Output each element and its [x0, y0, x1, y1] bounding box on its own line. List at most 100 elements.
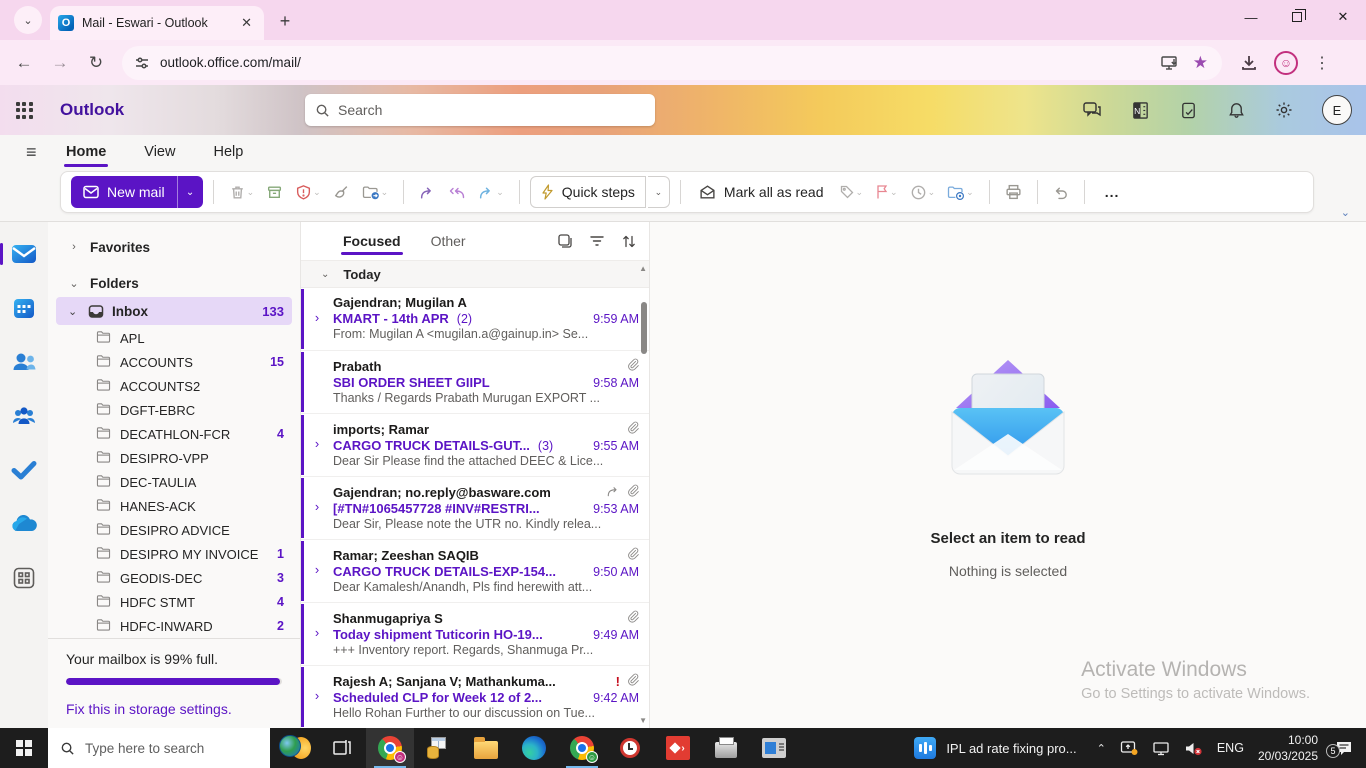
- email-list-item[interactable]: ›Gajendran; Mugilan AKMART - 14th APR(2)…: [301, 288, 649, 351]
- sweep-button[interactable]: [328, 176, 355, 208]
- rail-people-icon[interactable]: [8, 346, 40, 378]
- ribbon-tab-home[interactable]: Home: [64, 140, 108, 164]
- expand-conversation-icon[interactable]: ›: [301, 673, 333, 722]
- rail-onedrive-icon[interactable]: [8, 508, 40, 540]
- close-button[interactable]: ✕: [1320, 0, 1366, 34]
- news-and-interests[interactable]: IPL ad rate fixing pro...: [908, 737, 1082, 759]
- more-options-button[interactable]: ...: [1095, 184, 1130, 200]
- taskbar-database-app[interactable]: [414, 728, 462, 768]
- taskbar-edge[interactable]: [510, 728, 558, 768]
- email-list-item[interactable]: ›imports; RamarCARGO TRUCK DETAILS-GUT..…: [301, 414, 649, 477]
- bookmark-star-icon[interactable]: ★: [1193, 53, 1208, 73]
- tray-screenshare-icon[interactable]: [1120, 740, 1138, 756]
- reply-button[interactable]: [414, 176, 441, 208]
- print-button[interactable]: [1000, 176, 1027, 208]
- chevron-right-icon[interactable]: ›: [68, 241, 80, 253]
- expand-conversation-icon[interactable]: ›: [301, 484, 333, 533]
- sidebar-folder-dec-taulia[interactable]: DEC-TAULIA: [48, 470, 300, 494]
- chevron-down-icon[interactable]: ⌄: [68, 305, 80, 318]
- tray-volume-muted-icon[interactable]: [1184, 741, 1203, 756]
- sidebar-folder-hanes-ack[interactable]: HANES-ACK: [48, 494, 300, 518]
- hamburger-menu-icon[interactable]: ≡: [26, 142, 37, 163]
- taskbar-chrome-active[interactable]: ☺: [366, 728, 414, 768]
- outlook-logo[interactable]: Outlook: [60, 100, 124, 120]
- expand-conversation-icon[interactable]: ›: [301, 421, 333, 470]
- archive-button[interactable]: [261, 176, 288, 208]
- taskbar-weather-icon[interactable]: [270, 728, 318, 768]
- start-button[interactable]: [0, 728, 48, 768]
- address-bar[interactable]: outlook.office.com/mail/ ★: [122, 46, 1222, 80]
- tab-other[interactable]: Other: [429, 227, 468, 255]
- restore-button[interactable]: [1274, 0, 1320, 34]
- notifications-bell-icon[interactable]: [1226, 100, 1246, 120]
- tab-search-caret-icon[interactable]: ⌄: [14, 6, 42, 34]
- rail-mail-icon[interactable]: [8, 238, 40, 270]
- new-tab-button[interactable]: +: [272, 8, 298, 34]
- tab-focused[interactable]: Focused: [341, 227, 403, 255]
- ribbon-tab-view[interactable]: View: [142, 140, 177, 164]
- move-to-button[interactable]: ⌄: [357, 176, 394, 208]
- chevron-down-icon[interactable]: ⌄: [321, 269, 329, 280]
- taskbar-chrome-second[interactable]: ☺: [558, 728, 606, 768]
- rail-groups-icon[interactable]: [8, 400, 40, 432]
- categorize-button[interactable]: ⌄: [834, 176, 869, 208]
- folders-section[interactable]: ⌄ Folders: [48, 270, 300, 296]
- rail-todo-icon[interactable]: [8, 454, 40, 486]
- new-mail-dropdown[interactable]: ⌄: [177, 176, 203, 208]
- undo-button[interactable]: [1048, 176, 1074, 208]
- email-list-item[interactable]: ›Ramar; Zeeshan SAQIBCARGO TRUCK DETAILS…: [301, 540, 649, 603]
- group-header-today[interactable]: ⌄ Today: [301, 260, 649, 288]
- sidebar-folder-desipro-vpp[interactable]: DESIPRO-VPP: [48, 446, 300, 470]
- chevron-down-icon[interactable]: ⌄: [68, 277, 80, 290]
- browser-tab[interactable]: O Mail - Eswari - Outlook ✕: [50, 6, 264, 40]
- report-button[interactable]: ⌄: [290, 176, 326, 208]
- filter-icon[interactable]: [589, 234, 605, 248]
- todo-icon[interactable]: [1178, 100, 1198, 120]
- clock[interactable]: 10:00 20/03/2025: [1258, 732, 1318, 764]
- rail-more-apps-icon[interactable]: [8, 562, 40, 594]
- reply-all-button[interactable]: [443, 176, 471, 208]
- rules-button[interactable]: ⌄: [942, 176, 979, 208]
- expand-conversation-icon[interactable]: ›: [301, 547, 333, 596]
- task-view-button[interactable]: [318, 728, 366, 768]
- taskbar-red-app[interactable]: ›: [654, 728, 702, 768]
- browser-menu-icon[interactable]: ⋮: [1314, 53, 1330, 73]
- sort-icon[interactable]: [621, 234, 637, 249]
- sidebar-folder-hdfc-inward[interactable]: HDFC-INWARD2: [48, 614, 300, 638]
- tab-close-icon[interactable]: ✕: [237, 15, 256, 31]
- back-button[interactable]: ←: [8, 47, 40, 79]
- onenote-icon[interactable]: N: [1130, 100, 1150, 120]
- email-list-item[interactable]: ›Rajesh A; Sanjana V; Mathankuma...!Sche…: [301, 666, 649, 728]
- taskbar-file-explorer[interactable]: [462, 728, 510, 768]
- sidebar-folder-geodis-dec[interactable]: GEODIS-DEC3: [48, 566, 300, 590]
- notification-center-button[interactable]: 5: [1332, 740, 1356, 756]
- tray-expand-icon[interactable]: ⌃: [1097, 742, 1106, 755]
- rail-calendar-icon[interactable]: [8, 292, 40, 324]
- sidebar-folder-desipro-my-invoice[interactable]: DESIPRO MY INVOICE1: [48, 542, 300, 566]
- account-avatar[interactable]: E: [1322, 95, 1352, 125]
- url-text[interactable]: outlook.office.com/mail/: [160, 55, 1151, 70]
- taskbar-search-box[interactable]: Type here to search: [48, 728, 270, 768]
- snooze-button[interactable]: ⌄: [905, 176, 941, 208]
- sidebar-folder-dgft-ebrc[interactable]: DGFT-EBRC: [48, 398, 300, 422]
- email-list-item[interactable]: PrabathSBI ORDER SHEET GIIPL9:58 AMThank…: [301, 351, 649, 414]
- settings-gear-icon[interactable]: [1274, 100, 1294, 120]
- sidebar-folder-desipro-advice[interactable]: DESIPRO ADVICE: [48, 518, 300, 542]
- sidebar-item-inbox[interactable]: ⌄ Inbox 133: [56, 297, 292, 325]
- flag-button[interactable]: ⌄: [870, 176, 903, 208]
- ribbon-collapse-icon[interactable]: ⌄: [1341, 206, 1350, 219]
- taskbar-remote-app[interactable]: [750, 728, 798, 768]
- mark-all-read-button[interactable]: Mark all as read: [691, 184, 832, 200]
- delete-button[interactable]: ⌄: [224, 176, 260, 208]
- email-list-item[interactable]: ›Shanmugapriya SToday shipment Tuticorin…: [301, 603, 649, 666]
- downloads-icon[interactable]: [1240, 54, 1258, 72]
- scroll-up-arrow[interactable]: ▲: [639, 264, 647, 273]
- forward-button-ribbon[interactable]: ⌄: [473, 176, 509, 208]
- taskbar-scanner-app[interactable]: [702, 728, 750, 768]
- sidebar-folder-decathlon-fcr[interactable]: DECATHLON-FCR4: [48, 422, 300, 446]
- ribbon-tab-help[interactable]: Help: [211, 140, 245, 164]
- expand-conversation-icon[interactable]: ›: [301, 610, 333, 659]
- minimize-button[interactable]: —: [1228, 0, 1274, 34]
- language-indicator[interactable]: ENG: [1217, 741, 1244, 755]
- sidebar-folder-hdfc-stmt[interactable]: HDFC STMT4: [48, 590, 300, 614]
